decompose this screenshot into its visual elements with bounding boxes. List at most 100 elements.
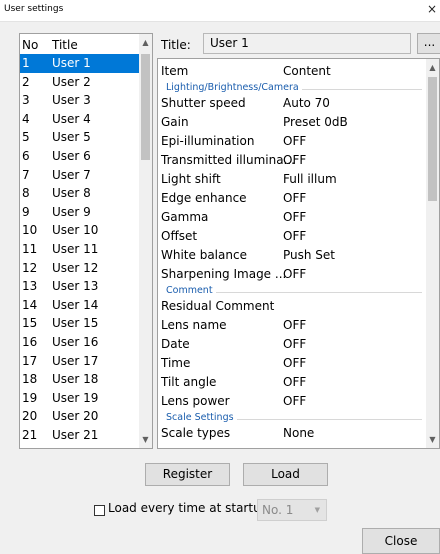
list-item-number: 15 (22, 316, 38, 331)
setting-item: Shutter speed (161, 96, 246, 110)
list-item-number: 6 (22, 148, 30, 163)
load-at-startup-label: Load every time at startup (108, 501, 269, 515)
chevron-down-icon[interactable]: ▼ (426, 433, 439, 446)
chevron-up-icon[interactable]: ▲ (139, 36, 152, 49)
list-item-title: User 19 (52, 390, 99, 405)
table-row[interactable]: Gamma OFF (158, 208, 426, 227)
setting-item: White balance (161, 248, 247, 262)
chevron-down-icon[interactable]: ▼ (139, 433, 152, 446)
list-item[interactable]: 19 User 19 (20, 389, 140, 408)
setting-item: Scale types (161, 426, 231, 440)
setting-item: Lens name (161, 318, 227, 332)
table-row[interactable]: Time OFF (158, 354, 426, 373)
list-item-title: User 5 (52, 130, 91, 145)
list-item[interactable]: 7 User 7 (20, 166, 140, 185)
list-item[interactable]: 10 User 10 (20, 221, 140, 240)
setting-content: None (283, 426, 315, 440)
list-item[interactable]: 20 User 20 (20, 407, 140, 426)
list-item[interactable]: 12 User 12 (20, 259, 140, 278)
table-row[interactable]: Date OFF (158, 335, 426, 354)
setting-content: OFF (283, 394, 307, 408)
setting-content: OFF (283, 191, 307, 205)
table-row[interactable]: Gain Preset 0dB (158, 113, 426, 132)
list-item[interactable]: 14 User 14 (20, 296, 140, 315)
user-list-rows: 1 User 1 2 User 2 3 User 3 4 User 4 5 User 5 6 User… (20, 54, 140, 444)
setting-item: Light shift (161, 172, 221, 186)
startup-user-select-value: No. 1 (262, 503, 294, 517)
list-item-number: 7 (22, 167, 30, 182)
load-button[interactable]: Load (243, 463, 328, 486)
table-row[interactable]: Offset OFF (158, 227, 426, 246)
table-row[interactable]: Sharpening Image ... OFF (158, 265, 426, 284)
scrollbar-thumb[interactable] (428, 77, 437, 201)
list-item-title: User 10 (52, 223, 99, 238)
list-item[interactable]: 13 User 13 (20, 277, 140, 296)
list-item-number: 16 (22, 334, 38, 349)
chevron-up-icon[interactable]: ▲ (426, 61, 439, 74)
setting-item: Gamma (161, 210, 209, 224)
title-field[interactable]: User 1 (203, 33, 411, 54)
table-row[interactable]: Light shift Full illum (158, 170, 426, 189)
table-row[interactable]: Edge enhance OFF (158, 189, 426, 208)
list-item-title: User 14 (52, 297, 99, 312)
close-button[interactable]: Close (362, 528, 440, 554)
table-row[interactable]: Scale types None (158, 424, 426, 443)
startup-user-select[interactable]: No. 1 ▼ (257, 499, 327, 521)
close-window-icon[interactable]: × (427, 2, 437, 16)
list-item-number: 10 (22, 223, 38, 238)
column-header-content: Content (283, 64, 331, 78)
list-item-number: 20 (22, 409, 38, 424)
list-item[interactable]: 15 User 15 (20, 314, 140, 333)
list-item-title: User 21 (52, 427, 99, 442)
list-item[interactable]: 2 User 2 (20, 73, 140, 92)
scrollbar-thumb[interactable] (141, 54, 150, 160)
list-item[interactable]: 18 User 18 (20, 370, 140, 389)
group-label: Comment (166, 285, 216, 296)
setting-item: Date (161, 337, 190, 351)
list-item-title: User 12 (52, 260, 99, 275)
list-item[interactable]: 4 User 4 (20, 110, 140, 129)
list-item-title: User 1 (52, 56, 91, 70)
list-item[interactable]: 17 User 17 (20, 352, 140, 371)
register-button[interactable]: Register (145, 463, 230, 486)
table-row[interactable]: Lens power OFF (158, 392, 426, 411)
setting-content: Full illum (283, 172, 337, 186)
user-list-scrollbar[interactable]: ▲ ▼ (139, 34, 152, 448)
title-label: Title: (161, 38, 191, 52)
chevron-down-icon: ▼ (314, 506, 320, 514)
setting-content: Preset 0dB (283, 115, 348, 129)
list-item-number: 5 (22, 130, 30, 145)
setting-item: Sharpening Image ... (161, 267, 287, 281)
list-item-title: User 8 (52, 186, 91, 201)
setting-item: Transmitted illumina... (161, 153, 295, 167)
setting-item: Offset (161, 229, 198, 243)
user-list[interactable]: No Title 1 User 1 2 User 2 3 User 3 4 User 4 5 Us… (19, 33, 153, 449)
list-item[interactable]: 1 User 1 (20, 54, 140, 73)
table-row[interactable]: Lens name OFF (158, 316, 426, 335)
group-label: Lighting/Brightness/Camera (166, 82, 302, 93)
list-item[interactable]: 9 User 9 (20, 203, 140, 222)
list-item[interactable]: 5 User 5 (20, 128, 140, 147)
load-at-startup-checkbox[interactable] (94, 505, 105, 516)
table-row[interactable]: Tilt angle OFF (158, 373, 426, 392)
setting-item: Residual Comment (161, 299, 275, 313)
list-item-title: User 17 (52, 353, 99, 368)
list-item[interactable]: 21 User 21 (20, 426, 140, 445)
table-row[interactable]: Residual Comment (158, 297, 426, 316)
list-item[interactable]: 8 User 8 (20, 184, 140, 203)
list-item-title: User 16 (52, 334, 99, 349)
list-item[interactable]: 16 User 16 (20, 333, 140, 352)
table-row[interactable]: Shutter speed Auto 70 (158, 94, 426, 113)
settings-scrollbar[interactable]: ▲ ▼ (426, 59, 439, 448)
list-item[interactable]: 6 User 6 (20, 147, 140, 166)
list-item[interactable]: 3 User 3 (20, 91, 140, 110)
browse-button[interactable]: ... (417, 33, 440, 54)
settings-table[interactable]: Item Content Lighting/Brightness/Camera S… (157, 58, 440, 449)
list-item-number: 4 (22, 111, 30, 126)
list-item[interactable]: 11 User 11 (20, 240, 140, 259)
setting-content: OFF (283, 229, 307, 243)
table-row[interactable]: Epi-illumination OFF (158, 132, 426, 151)
table-row[interactable]: Transmitted illumina... OFF (158, 151, 426, 170)
list-item-title: User 18 (52, 372, 99, 387)
table-row[interactable]: White balance Push Set (158, 246, 426, 265)
